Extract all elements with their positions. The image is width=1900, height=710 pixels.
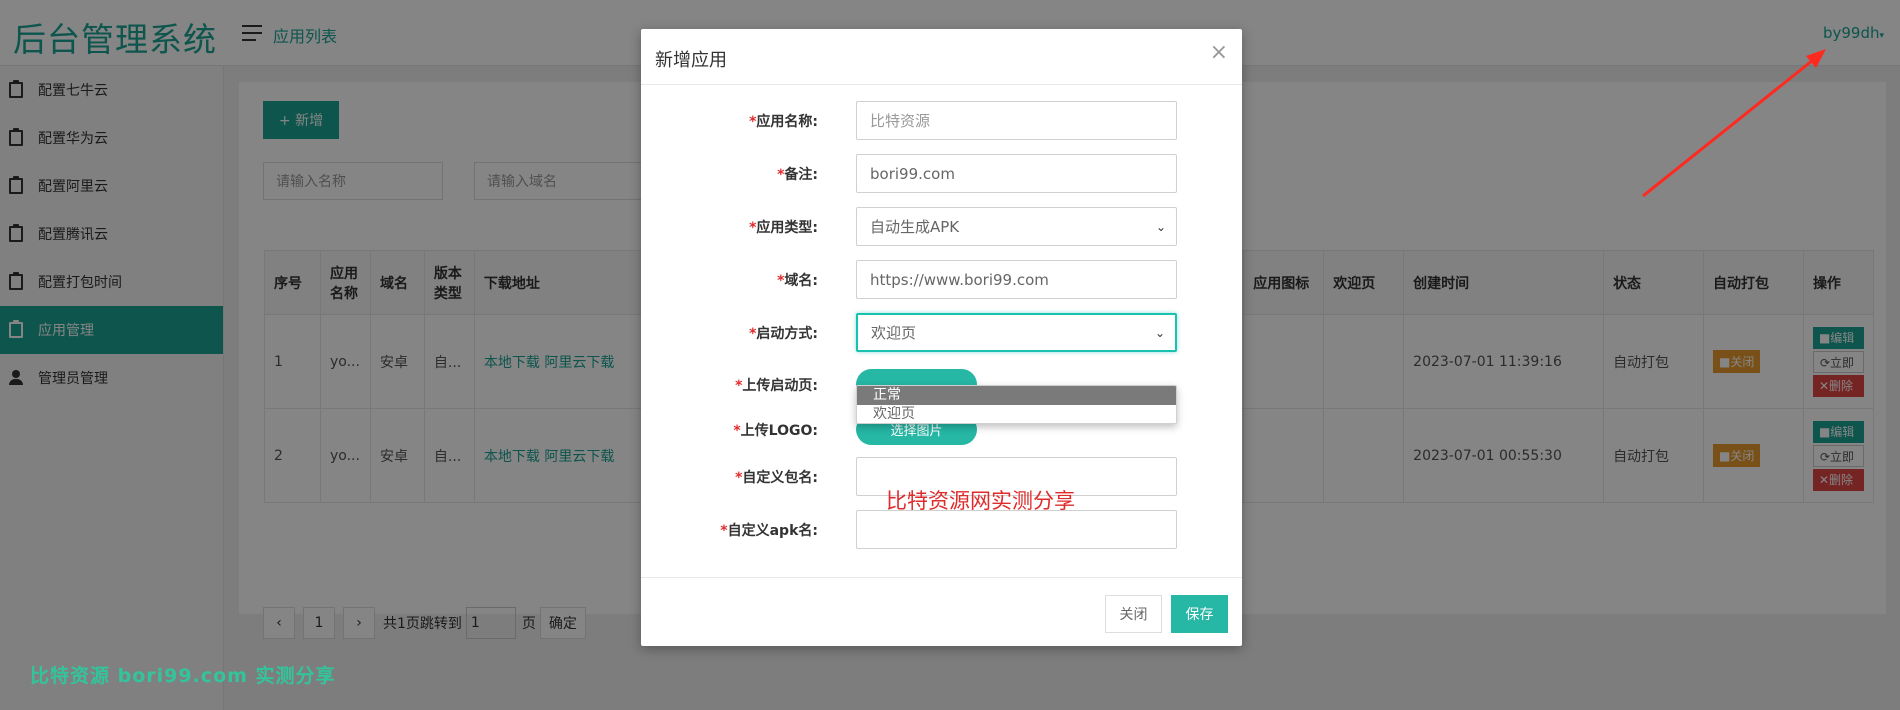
bottom-watermark: 比特资源 bori99.com 实测分享 (30, 665, 336, 687)
annotation-arrow-icon (1642, 49, 1826, 198)
